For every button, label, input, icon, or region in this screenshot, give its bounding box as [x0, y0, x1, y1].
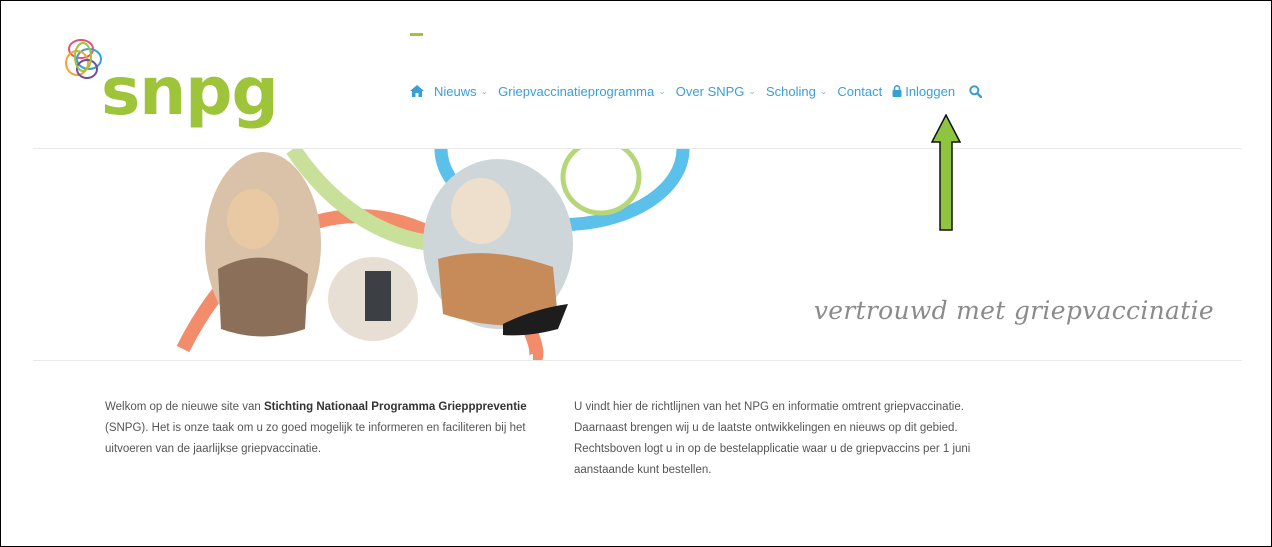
nav-item-contact[interactable]: Contact	[837, 84, 882, 99]
chevron-down-icon: ⌄	[819, 85, 828, 96]
intro-left-text: Welkom op de nieuwe site van	[105, 401, 264, 413]
nav-item-griepvaccinatieprogramma[interactable]: Griepvaccinatieprogramma ⌄	[498, 84, 666, 99]
intro-left-text-2: (SNPG). Het is onze taak om u zo goed mo…	[105, 422, 526, 455]
nav-label: Contact	[837, 83, 883, 99]
top-accent-dash	[410, 33, 423, 36]
login-label: Inloggen	[905, 83, 956, 99]
main-nav: Nieuws ⌄ Griepvaccinatieprogramma ⌄ Over S…	[410, 82, 983, 100]
nav-label: Over SNPG	[675, 83, 745, 99]
nav-label: Nieuws	[434, 83, 477, 99]
login-link[interactable]: Inloggen	[892, 84, 955, 99]
page-frame: snpg Nieuws ⌄ Griepvaccinatieprogramma ⌄ O…	[0, 0, 1272, 547]
chevron-down-icon: ⌄	[658, 85, 666, 96]
nav-label: Griepvaccinatieprogramma	[498, 83, 655, 99]
home-icon[interactable]	[410, 85, 424, 97]
nav-label: Scholing	[765, 83, 816, 99]
chevron-down-icon: ⌄	[748, 85, 756, 96]
chevron-down-icon: ⌄	[480, 85, 489, 96]
hero-illustration	[176, 149, 690, 361]
intro-left: Welkom op de nieuwe site van Stichting N…	[105, 397, 541, 460]
nav-item-over-snpg[interactable]: Over SNPG ⌄	[676, 84, 756, 99]
nav-item-scholing[interactable]: Scholing ⌄	[766, 84, 827, 99]
intro-right: U vindt hier de richtlijnen van het NPG …	[574, 397, 1006, 481]
lock-icon	[892, 85, 902, 97]
intro-left-bold: Stichting Nationaal Programma Grieppprev…	[263, 401, 527, 413]
hero-banner	[33, 149, 1242, 361]
nav-item-nieuws[interactable]: Nieuws ⌄	[434, 84, 488, 99]
logo-wordmark[interactable]: snpg	[101, 59, 279, 125]
intro-right-text: U vindt hier de richtlijnen van het NPG …	[574, 401, 971, 476]
hero-divider	[33, 360, 1242, 361]
hero-tagline: vertrouwd met griepvaccinatie	[813, 296, 1214, 325]
annotation-arrow-icon	[931, 114, 961, 231]
search-icon[interactable]	[969, 84, 983, 98]
